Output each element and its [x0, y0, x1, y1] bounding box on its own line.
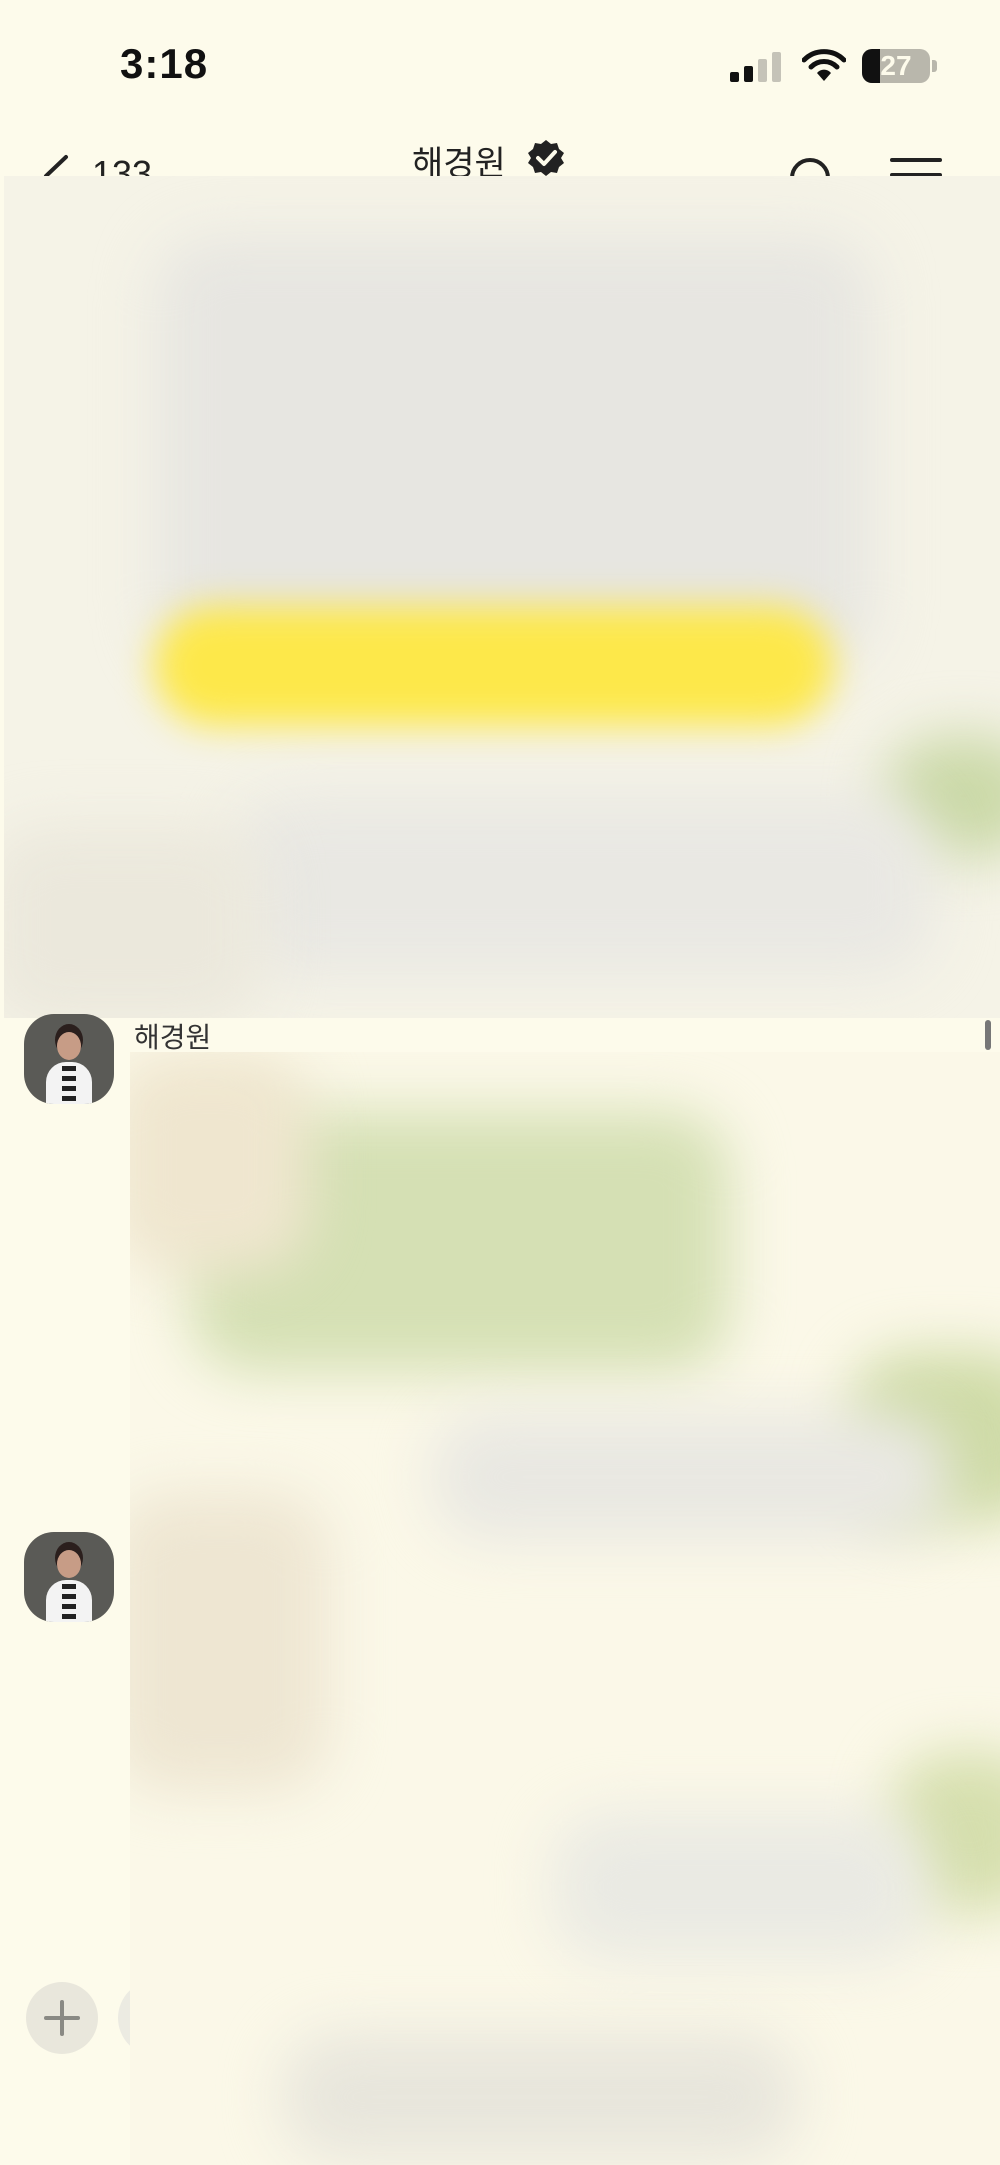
blurred-gray-block — [154, 236, 874, 666]
blurred-message-region — [130, 1052, 1000, 2165]
blurred-gray-bubble — [234, 796, 934, 976]
battery-tip — [932, 60, 937, 72]
avatar[interactable] — [24, 1532, 114, 1622]
blurred-beige-area — [130, 1052, 310, 1272]
battery-icon: 27 — [862, 49, 930, 83]
blurred-gray-bubble — [430, 1412, 950, 1542]
blurred-beige-area — [130, 1492, 330, 1792]
blurred-yellow-button — [154, 606, 834, 726]
blurred-gray-bubble — [550, 1812, 930, 1962]
sender-name: 해경원 — [134, 1022, 212, 1053]
cellular-signal-icon — [730, 52, 782, 82]
chat-header: 133 해경원 — [0, 120, 1000, 194]
battery-level: 27 — [880, 50, 912, 81]
wifi-icon — [802, 49, 846, 81]
avatar[interactable] — [24, 1014, 114, 1104]
verified-badge-icon — [528, 140, 564, 176]
blurred-dark-shadow — [4, 826, 264, 1018]
status-bar: 3:18 27 — [0, 0, 1000, 130]
blurred-message-region — [4, 176, 1000, 1018]
blurred-gray-bubble — [280, 2032, 800, 2162]
add-attachment-button[interactable] — [26, 1982, 98, 2054]
scroll-indicator[interactable] — [985, 1020, 991, 1050]
status-time: 3:18 — [120, 40, 209, 87]
